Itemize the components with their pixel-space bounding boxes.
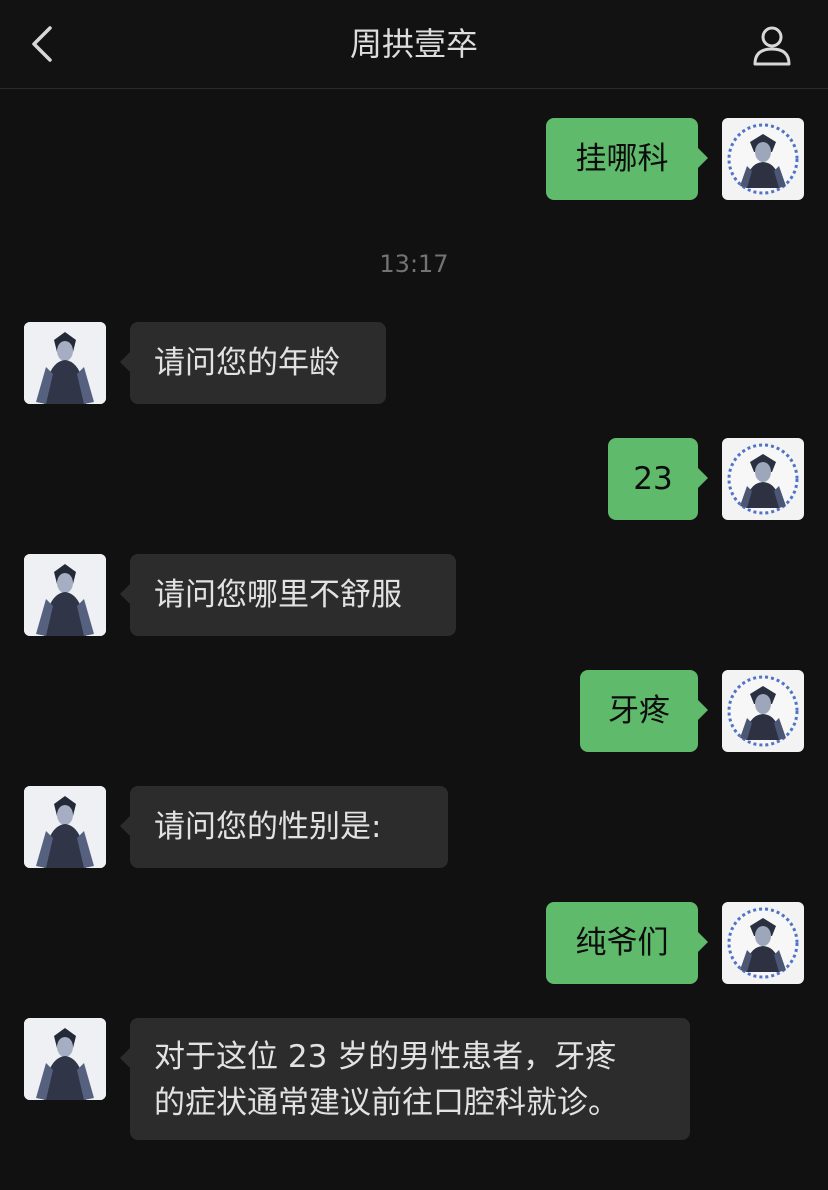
message-row: 23 bbox=[0, 436, 828, 520]
message-bubble-other[interactable]: 对于这位 23 岁的男性患者，牙疼 的症状通常建议前往口腔科就诊。 bbox=[120, 1018, 690, 1140]
message-row: 挂哪科 bbox=[0, 116, 828, 200]
contact-avatar[interactable] bbox=[24, 1018, 106, 1100]
user-avatar[interactable] bbox=[722, 118, 804, 200]
message-line: 对于这位 23 岁的男性患者，牙疼 bbox=[154, 1039, 617, 1075]
profile-button[interactable] bbox=[748, 22, 796, 70]
message-bubble-self[interactable]: 牙疼 bbox=[580, 670, 708, 752]
avatar-illustration-icon bbox=[727, 443, 799, 515]
avatar-illustration-icon bbox=[727, 907, 799, 979]
contact-avatar[interactable] bbox=[24, 786, 106, 868]
avatar-illustration-icon bbox=[727, 123, 799, 195]
avatar-illustration-icon bbox=[24, 1018, 106, 1100]
person-icon bbox=[753, 26, 791, 66]
message-row: 纯爷们 bbox=[0, 900, 828, 984]
message-bubble-self[interactable]: 纯爷们 bbox=[546, 902, 708, 984]
chat-header: 周拱壹卒 bbox=[0, 0, 828, 89]
message-line: 的症状通常建议前往口腔科就诊。 bbox=[154, 1085, 619, 1121]
contact-avatar[interactable] bbox=[24, 554, 106, 636]
message-bubble-self[interactable]: 挂哪科 bbox=[546, 118, 708, 200]
avatar-illustration-icon bbox=[24, 554, 106, 636]
message-row: 牙疼 bbox=[0, 668, 828, 752]
contact-avatar[interactable] bbox=[24, 322, 106, 404]
user-avatar[interactable] bbox=[722, 670, 804, 752]
chat-title: 周拱壹卒 bbox=[349, 25, 478, 63]
message-bubble-self[interactable]: 23 bbox=[608, 438, 708, 520]
message-bubble-other[interactable]: 请问您哪里不舒服 bbox=[120, 554, 456, 636]
avatar-illustration-icon bbox=[24, 322, 106, 404]
message-bubble-other[interactable]: 请问您的性别是: bbox=[120, 786, 448, 868]
message-row: 请问您的性别是: bbox=[0, 784, 828, 868]
user-avatar[interactable] bbox=[722, 438, 804, 520]
message-timestamp: 13:17 bbox=[379, 250, 449, 278]
message-row: 请问您的年龄 bbox=[0, 320, 828, 404]
avatar-illustration-icon bbox=[24, 786, 106, 868]
user-avatar[interactable] bbox=[722, 902, 804, 984]
message-bubble-other[interactable]: 请问您的年龄 bbox=[120, 322, 386, 404]
message-row: 对于这位 23 岁的男性患者，牙疼 的症状通常建议前往口腔科就诊。 bbox=[0, 1016, 828, 1142]
avatar-illustration-icon bbox=[727, 675, 799, 747]
message-row: 请问您哪里不舒服 bbox=[0, 552, 828, 636]
